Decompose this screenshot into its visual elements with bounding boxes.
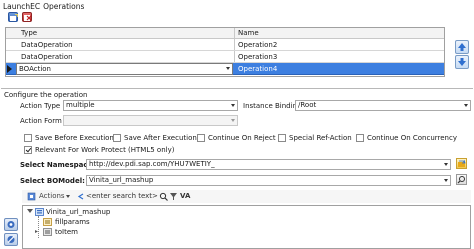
row-type-select-value: BOAction [19, 65, 51, 73]
unbind-button[interactable] [4, 233, 18, 246]
namespace-select[interactable]: http://dev.pdi.sap.com/YHU7WETIY_ [86, 159, 451, 170]
node-icon [43, 218, 52, 226]
row-pointer-icon [7, 65, 12, 73]
breadcrumb: LaunchEC Operations [3, 2, 87, 11]
remove-operation-icon[interactable] [22, 12, 32, 22]
special-ref-action-checkbox[interactable] [278, 134, 286, 142]
arrow-left-icon[interactable] [76, 192, 85, 201]
move-up-button[interactable] [455, 40, 469, 54]
folder-refresh-icon [458, 159, 466, 167]
add-operation-glyph-icon [10, 14, 18, 21]
row-type: DataOperation [21, 41, 73, 49]
action-type-select[interactable]: multiple [63, 100, 238, 111]
action-form-label: Action Form [20, 117, 62, 125]
add-operation-icon[interactable] [8, 12, 18, 22]
bomodel-tree: Vinita_url_mashup fillparams ▸ toItem [22, 205, 471, 249]
breadcrumb-root[interactable]: LaunchEC [3, 2, 40, 11]
grid-header: Type Name [6, 28, 444, 39]
chevron-down-icon[interactable] [444, 179, 448, 182]
row-name: Operation2 [238, 41, 278, 49]
relevant-for-work-protect-checkbox[interactable] [24, 146, 32, 154]
arrow-up-icon [458, 43, 466, 51]
special-ref-action-label: Special Ref-Action [289, 134, 352, 142]
va-toggle[interactable]: VA [180, 191, 190, 201]
tree-connector [38, 216, 39, 238]
configure-title: Configure the operation [4, 91, 88, 99]
action-type-label: Action Type [20, 102, 61, 110]
instance-binding-label: Instance Binding [243, 102, 302, 110]
continue-on-concurrency-checkbox[interactable] [356, 134, 364, 142]
save-after-execution-label: Save After Execution [124, 134, 197, 142]
chevron-down-icon[interactable] [464, 104, 468, 107]
actions-menu-label[interactable]: Actions [39, 191, 65, 201]
bomodel-select[interactable]: Vinita_url_mashup [86, 175, 451, 186]
breadcrumb-current[interactable]: Operations [43, 2, 84, 11]
tree-toolbar: Actions <enter search text> VA [22, 190, 471, 203]
row-name[interactable]: Operation4 [235, 63, 444, 75]
component-icon[interactable] [27, 192, 36, 201]
node-icon [43, 228, 52, 236]
action-form-select[interactable] [63, 115, 238, 126]
save-before-execution-checkbox[interactable] [24, 134, 32, 142]
namespace-value: http://dev.pdi.sap.com/YHU7WETIY_ [89, 160, 215, 168]
search-icon [457, 176, 465, 184]
row-name: Operation3 [238, 53, 278, 61]
filter-icon[interactable] [169, 192, 178, 201]
instance-binding-select[interactable]: /Root [295, 100, 471, 111]
continue-on-concurrency-label: Continue On Concurrency [367, 134, 457, 142]
continue-on-reject-label: Continue On Reject [208, 134, 276, 142]
action-type-value: multiple [66, 101, 95, 109]
row-type-select[interactable]: BOAction [16, 63, 233, 75]
unbind-icon [7, 236, 15, 243]
chevron-down-icon[interactable] [226, 67, 230, 70]
bo-node-icon [35, 208, 44, 216]
table-row-selected[interactable]: BOAction Operation4 [6, 63, 444, 75]
tree-node-fillparams[interactable]: fillparams [55, 217, 90, 227]
grid-header-type[interactable]: Type [18, 28, 234, 39]
remove-operation-glyph-icon [24, 15, 32, 21]
refresh-namespace-button[interactable] [456, 158, 467, 169]
bomodel-value: Vinita_url_mashup [89, 176, 154, 184]
chevron-down-icon[interactable] [231, 119, 235, 122]
bomodel-label: Select BOModel: [20, 177, 85, 185]
chevron-down-icon[interactable] [231, 104, 235, 107]
map-binding-button[interactable] [4, 218, 18, 231]
relevant-for-work-protect-label: Relevant For Work Protect (HTML5 only) [35, 146, 175, 154]
search-bomodel-button[interactable] [456, 174, 467, 185]
operations-grid: Type Name DataOperation Operation2 DataO… [5, 27, 445, 77]
continue-on-reject-checkbox[interactable] [197, 134, 205, 142]
chevron-down-icon[interactable] [66, 195, 70, 198]
tree-root-node[interactable]: Vinita_url_mashup [46, 207, 110, 217]
chevron-down-icon[interactable] [444, 163, 448, 166]
grid-header-divider[interactable] [234, 28, 235, 38]
expand-collapse-icon[interactable] [27, 209, 33, 213]
namespace-label: Select Namespace: [20, 161, 96, 169]
table-row[interactable]: DataOperation Operation3 [6, 51, 444, 63]
table-row[interactable]: DataOperation Operation2 [6, 39, 444, 51]
grid-header-name[interactable]: Name [235, 28, 444, 39]
save-before-execution-label: Save Before Execution [35, 134, 114, 142]
move-down-button[interactable] [455, 55, 469, 69]
save-after-execution-checkbox[interactable] [113, 134, 121, 142]
tree-node-toitem[interactable]: toItem [55, 227, 78, 237]
instance-binding-value: /Root [298, 101, 317, 109]
expand-node-icon[interactable]: ▸ [35, 229, 38, 235]
tree-search-input[interactable]: <enter search text> [86, 191, 158, 201]
arrow-down-icon [458, 58, 466, 66]
row-type: DataOperation [21, 53, 73, 61]
bind-icon [7, 221, 15, 228]
search-icon[interactable] [159, 192, 168, 201]
